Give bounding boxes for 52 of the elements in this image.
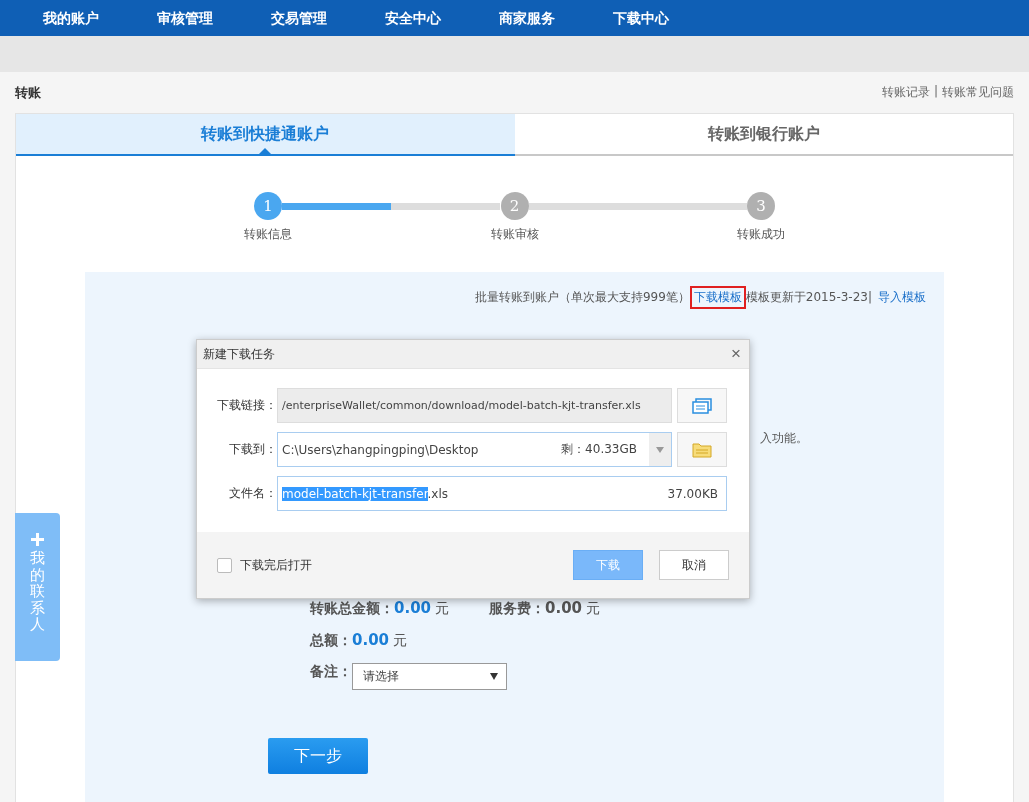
currency-unit: 元 (435, 600, 449, 618)
nav-item[interactable]: 交易管理 (271, 0, 385, 36)
currency-unit: 元 (586, 600, 601, 618)
header-link[interactable]: 转账常见问题 (942, 84, 1014, 101)
cancel-button[interactable]: 取消 (659, 550, 729, 580)
currency-unit: 元 (393, 632, 407, 650)
step-label: 转账成功 (737, 226, 785, 243)
step-circle: 3 (747, 192, 775, 220)
step-circle: 1 (254, 192, 282, 220)
browse-button[interactable] (677, 432, 727, 467)
import-template-link[interactable]: 导入模板 (872, 286, 930, 309)
summary-label: 服务费： (489, 600, 545, 618)
dialog-title: 新建下载任务 (203, 345, 275, 363)
step-circle: 2 (500, 192, 529, 220)
summary-value: 0.00 (394, 599, 431, 617)
close-button[interactable]: × (731, 344, 741, 364)
copy-button[interactable] (677, 388, 727, 423)
dropdown-arrow-icon (656, 446, 664, 453)
total-label: 总额： (310, 632, 352, 650)
field-label: 下载链接： (216, 397, 277, 414)
summary-value: 0.00 (545, 599, 583, 617)
folder-field[interactable]: C:\Users\zhangpingping\Desktop 剩：40.33GB (277, 432, 672, 467)
total-value: 0.00 (352, 631, 389, 649)
summary-label: 转账总金额： (310, 600, 394, 618)
checkbox[interactable] (217, 557, 232, 573)
separator: | (933, 84, 938, 100)
nav-item[interactable]: 安全中心 (385, 0, 499, 36)
remark-select[interactable]: 请选择 (352, 663, 507, 690)
field-label: 文件名： (228, 485, 277, 502)
nav-item[interactable]: 审核管理 (157, 0, 271, 36)
folder-icon (692, 441, 712, 458)
tab[interactable]: 转账到快捷通账户 (16, 114, 515, 156)
remark-label: 备注： (310, 663, 352, 681)
step-label: 转账信息 (244, 226, 292, 243)
plus-icon (31, 533, 44, 546)
url-field[interactable]: /enterpriseWallet/common/download/model-batch-kjt-transfer.xls (277, 388, 672, 423)
header-link[interactable]: 转账记录 (881, 84, 930, 101)
batch-note: 批量转账到账户（单次最大支持999笔） (474, 289, 690, 306)
nav-item[interactable]: 我的账户 (43, 0, 157, 36)
page-title: 转账 (15, 83, 41, 102)
next-button[interactable]: 下一步 (268, 738, 368, 774)
stacked-pages-icon (692, 397, 712, 414)
nav-item[interactable]: 下载中心 (613, 0, 727, 36)
step-label: 转账审核 (490, 226, 539, 243)
dropdown-button[interactable] (649, 433, 671, 466)
download-template-link[interactable]: 下载模板 (689, 286, 746, 309)
field-label: 下载到： (228, 441, 277, 458)
template-update-date: 模板更新于2015-3-23| (745, 289, 872, 306)
dropdown-arrow-icon (490, 673, 498, 680)
checkbox-label: 下载完后打开 (240, 556, 313, 574)
nav-item[interactable]: 商家服务 (499, 0, 613, 36)
import-note: 入功能。 (760, 430, 808, 447)
